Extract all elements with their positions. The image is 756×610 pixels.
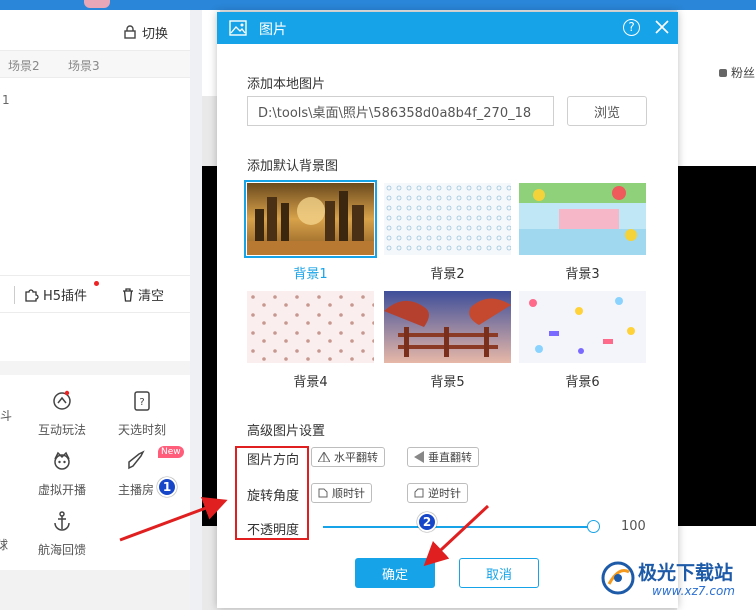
advanced-title: 高级图片设置 bbox=[247, 424, 326, 439]
h5-plugin-label: H5插件 bbox=[43, 289, 88, 304]
clear-label: 清空 bbox=[138, 289, 165, 304]
scene-number: 1 bbox=[2, 93, 10, 107]
h5-plugin-button[interactable]: H5插件 bbox=[24, 281, 99, 304]
feature-interactive-play[interactable]: 互动玩法 bbox=[26, 390, 98, 438]
feature-label: 航海回馈 bbox=[37, 543, 86, 557]
scene-tabs: 场景2 场景3 bbox=[0, 50, 190, 78]
fans-icon bbox=[719, 68, 727, 77]
tab-fragment bbox=[84, 0, 110, 8]
notification-dot bbox=[94, 281, 99, 286]
feature-voyage-reward[interactable]: 航海回馈 bbox=[26, 510, 98, 558]
switch-label: 切换 bbox=[142, 26, 169, 42]
lock-icon bbox=[124, 25, 136, 39]
rotate-counterclockwise-icon bbox=[414, 488, 424, 498]
image-icon bbox=[229, 20, 247, 36]
section-divider bbox=[0, 361, 190, 375]
bg-label-6: 背景6 bbox=[565, 375, 600, 390]
gamepad-icon bbox=[53, 390, 71, 410]
lottery-icon: ? bbox=[134, 391, 150, 411]
left-bottom-strip bbox=[0, 570, 190, 610]
switch-button[interactable]: 切换 bbox=[124, 22, 168, 42]
watermark: 极光下载站 www.xz7.com bbox=[596, 558, 756, 610]
step-badge-2: 2 bbox=[417, 512, 437, 532]
flip-horizontal-button[interactable]: 水平翻转 bbox=[311, 447, 385, 467]
feature-label: 天选时刻 bbox=[117, 423, 166, 437]
feature-label: 互动玩法 bbox=[37, 423, 86, 437]
bg-thumb-3[interactable] bbox=[519, 183, 646, 255]
panel-gap bbox=[190, 10, 202, 610]
bg-label-4: 背景4 bbox=[293, 375, 328, 390]
partial-feature-label: 斗 bbox=[0, 409, 12, 423]
browse-button[interactable]: 浏览 bbox=[567, 96, 647, 126]
watermark-url: www.xz7.com bbox=[652, 584, 735, 598]
bg-thumb-1[interactable] bbox=[244, 180, 377, 258]
bg-thumb-6[interactable] bbox=[519, 291, 646, 363]
tab-scene-2[interactable]: 场景2 bbox=[8, 57, 40, 74]
bg-label-5: 背景5 bbox=[430, 375, 465, 390]
rotate-clockwise-icon bbox=[318, 488, 328, 498]
local-image-title: 添加本地图片 bbox=[247, 77, 326, 92]
help-icon[interactable]: ? bbox=[623, 19, 640, 36]
cancel-button[interactable]: 取消 bbox=[459, 558, 539, 588]
step-badge-1: 1 bbox=[157, 477, 177, 497]
close-icon[interactable] bbox=[653, 18, 671, 36]
opacity-slider-handle[interactable] bbox=[587, 520, 600, 533]
bg-label-2: 背景2 bbox=[430, 267, 465, 282]
counterclockwise-button[interactable]: 逆时针 bbox=[407, 483, 468, 503]
preview-canvas bbox=[677, 166, 756, 526]
flip-vertical-button[interactable]: 垂直翻转 bbox=[407, 447, 479, 467]
fans-label[interactable]: 粉丝 bbox=[718, 64, 755, 81]
flip-horizontal-icon bbox=[318, 452, 330, 462]
image-path-input[interactable] bbox=[247, 96, 554, 126]
bg-thumb-4[interactable] bbox=[247, 291, 374, 363]
bg-label-3: 背景3 bbox=[565, 267, 600, 282]
flip-vertical-icon bbox=[414, 451, 424, 463]
annotation-highlight-box bbox=[235, 446, 309, 540]
puzzle-icon bbox=[25, 289, 39, 302]
virtual-avatar-icon bbox=[54, 451, 70, 470]
dialog-header: 图片 ? bbox=[217, 12, 678, 44]
clockwise-button[interactable]: 顺时针 bbox=[311, 483, 372, 503]
new-badge: New bbox=[158, 446, 184, 458]
rocket-icon bbox=[128, 450, 145, 470]
source-toolbar: H5插件 清空 bbox=[0, 275, 190, 313]
partial-feature-label: 球 bbox=[0, 538, 8, 552]
watermark-text: 极光下载站 bbox=[638, 562, 734, 584]
bg-label-1: 背景1 bbox=[293, 267, 328, 282]
toolbar-divider bbox=[14, 286, 15, 304]
bg-thumb-5[interactable] bbox=[384, 291, 511, 363]
anchor-icon bbox=[54, 511, 70, 531]
opacity-value: 100 bbox=[621, 519, 646, 534]
confirm-button[interactable]: 确定 bbox=[355, 558, 435, 588]
watermark-logo-icon bbox=[601, 561, 635, 595]
feature-lucky-moment[interactable]: ? 天选时刻 bbox=[106, 390, 178, 438]
default-bg-title: 添加默认背景图 bbox=[247, 159, 339, 174]
feature-virtual-live[interactable]: 虚拟开播 bbox=[26, 450, 98, 498]
bg-thumb-2[interactable] bbox=[384, 183, 511, 255]
svg-text:?: ? bbox=[139, 397, 144, 408]
opacity-slider-track[interactable] bbox=[323, 526, 594, 528]
trash-icon bbox=[123, 287, 133, 302]
feature-label: 虚拟开播 bbox=[37, 483, 86, 497]
dialog-title: 图片 bbox=[259, 22, 287, 38]
clear-button[interactable]: 清空 bbox=[122, 285, 164, 304]
tab-scene-3[interactable]: 场景3 bbox=[68, 57, 100, 74]
top-strip bbox=[0, 0, 756, 10]
